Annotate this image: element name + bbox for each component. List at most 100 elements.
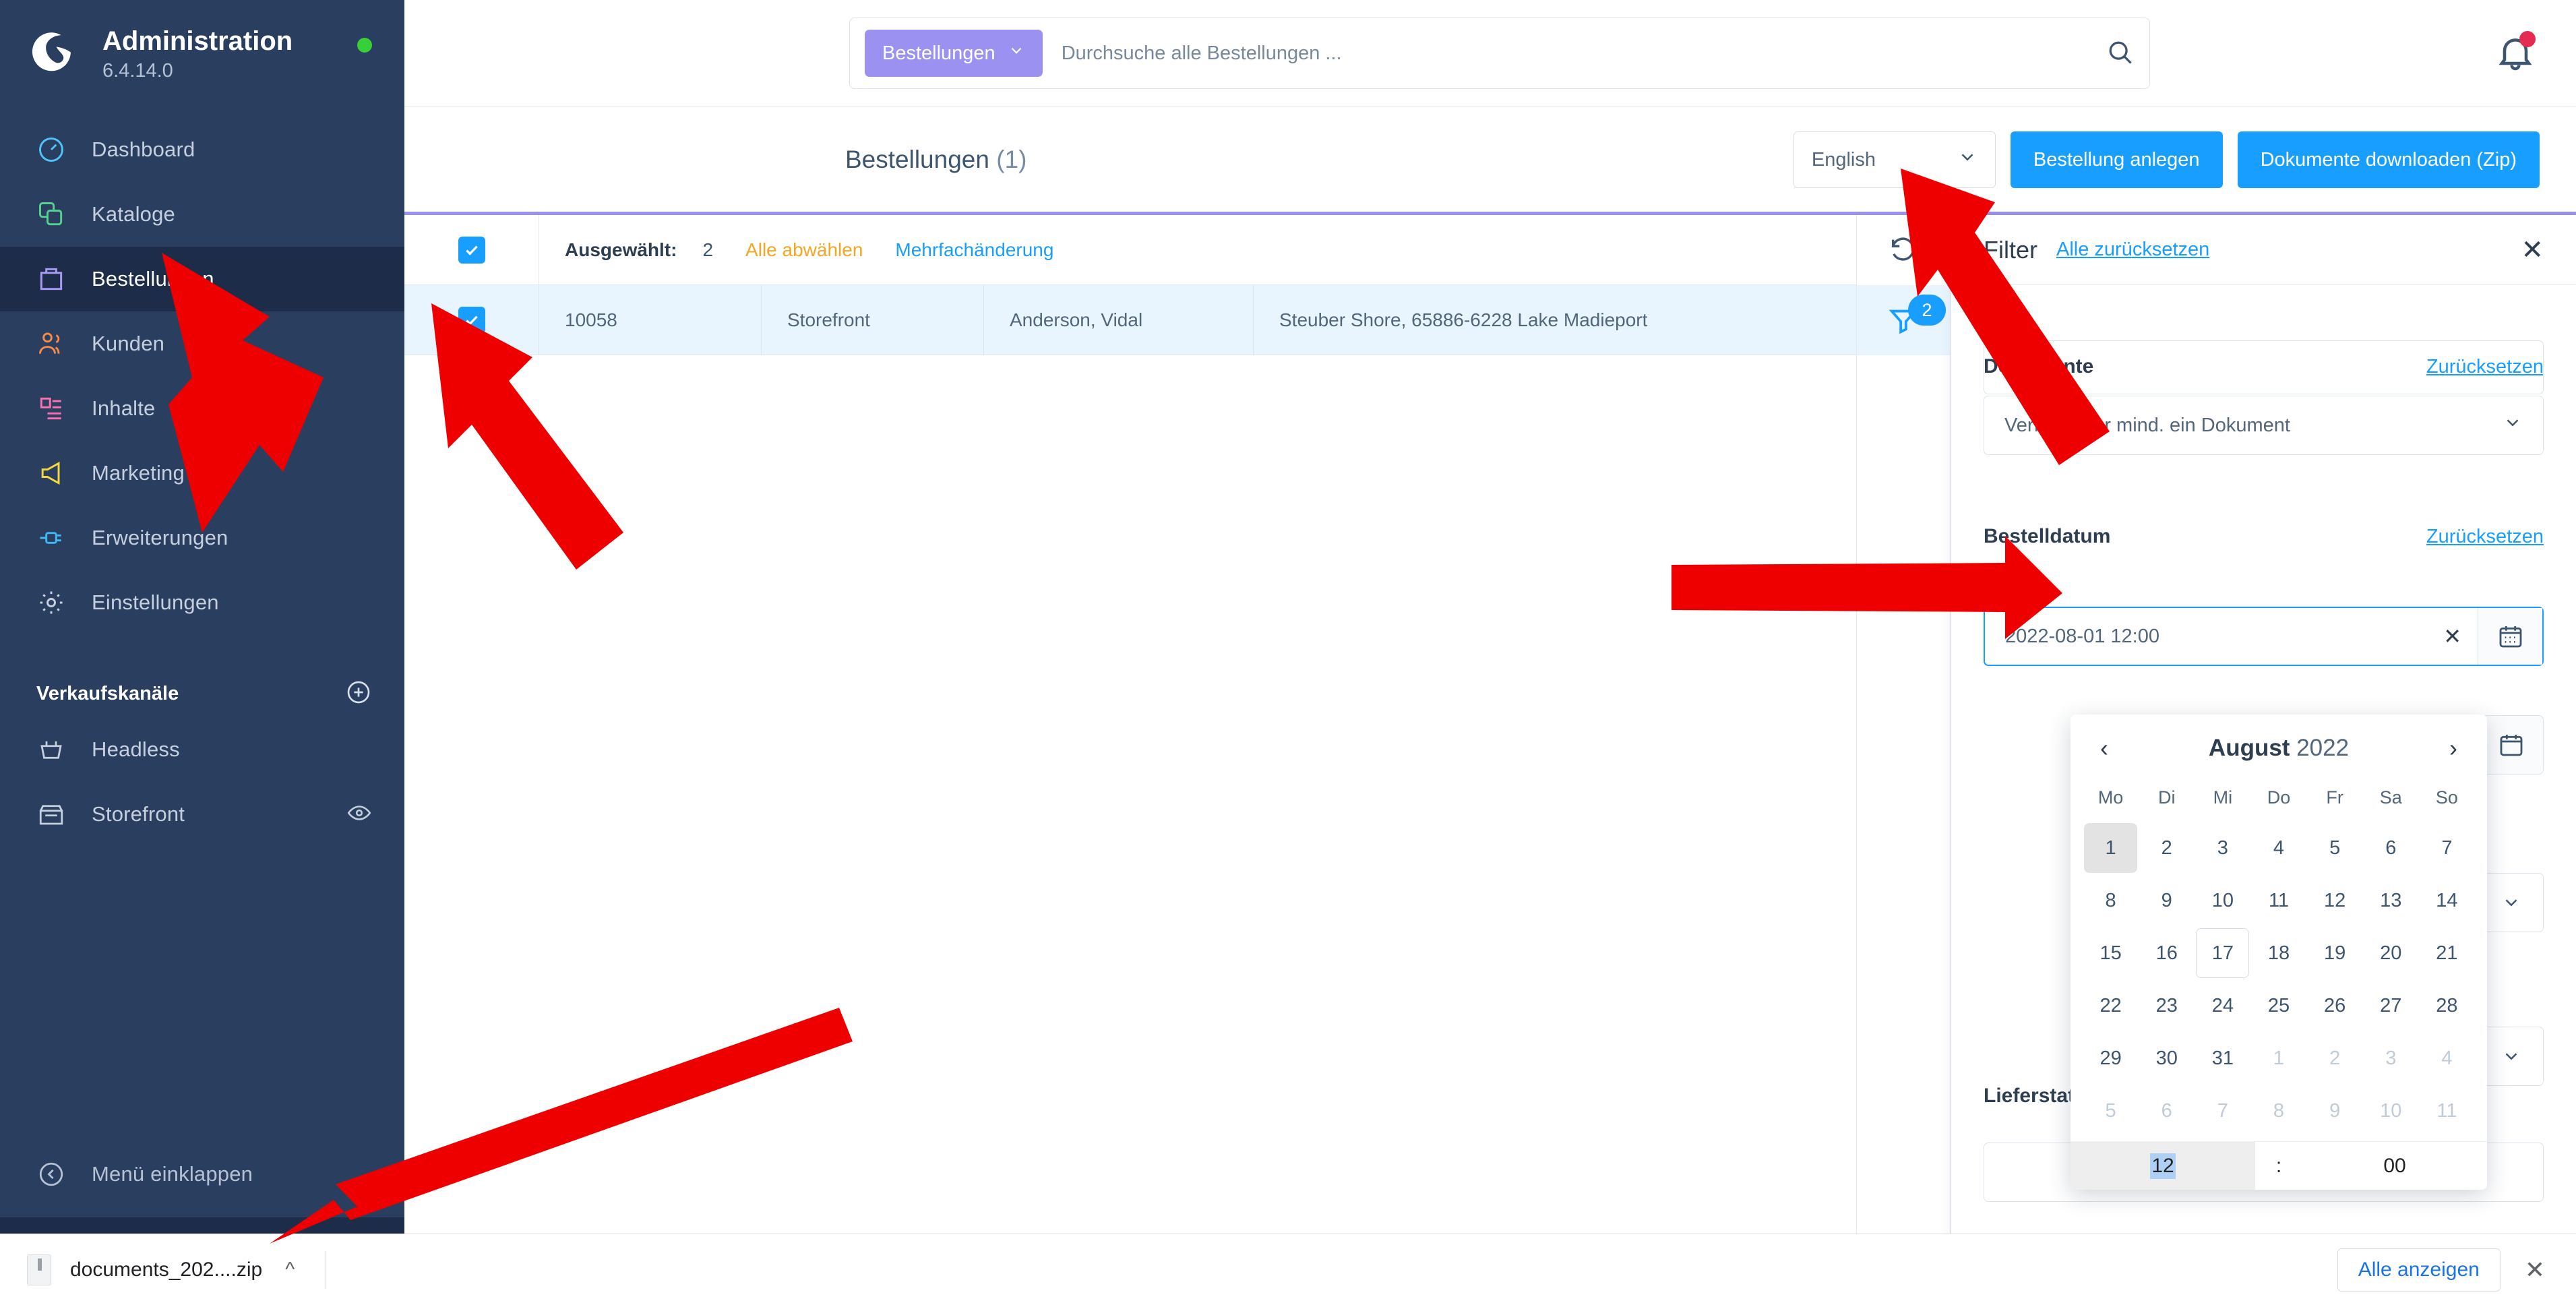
- select-all-cell[interactable]: [404, 215, 539, 284]
- show-all-downloads-button[interactable]: Alle anzeigen: [2337, 1248, 2501, 1292]
- date-picker-popup[interactable]: ‹ August 2022 › Mo Di Mi Do Fr Sa So 1 2…: [2071, 715, 2487, 1190]
- chevron-up-icon[interactable]: ^: [285, 1258, 295, 1281]
- time-picker[interactable]: 12 : 00: [2071, 1141, 2487, 1190]
- row-select-cell[interactable]: [404, 285, 539, 355]
- sidebar-channel-storefront[interactable]: Storefront: [0, 782, 404, 847]
- calendar-day[interactable]: 25: [2252, 981, 2305, 1031]
- date-from-field[interactable]: 2022-08-01 12:00 ✕: [1984, 607, 2544, 666]
- calendar-day[interactable]: 11: [2420, 1086, 2474, 1136]
- calendar-day[interactable]: 3: [2364, 1033, 2418, 1083]
- collapse-menu-button[interactable]: Menü einklappen: [0, 1142, 404, 1207]
- calendar-day[interactable]: 5: [2084, 1086, 2137, 1136]
- sidebar-channel-headless[interactable]: Headless: [0, 717, 404, 782]
- sidebar-item-kataloge[interactable]: Kataloge: [0, 182, 404, 247]
- time-minute-field[interactable]: 00: [2302, 1142, 2487, 1190]
- add-sales-channel-icon[interactable]: [345, 679, 372, 709]
- filter-panel-body: Dokumente Zurücksetzen Verfügt über mind…: [1951, 340, 2576, 1202]
- calendar-day[interactable]: 9: [2308, 1086, 2362, 1136]
- eye-icon[interactable]: [346, 800, 372, 829]
- calendar-day[interactable]: 20: [2364, 928, 2418, 978]
- calendar-day[interactable]: 1: [2084, 823, 2138, 873]
- date-from-value[interactable]: 2022-08-01 12:00: [1985, 608, 2443, 665]
- clear-date-icon[interactable]: ✕: [2443, 608, 2478, 665]
- status-indicator-dot: [357, 38, 372, 53]
- reset-filter-link[interactable]: Zurücksetzen: [2426, 526, 2544, 548]
- calendar-day[interactable]: 13: [2364, 876, 2418, 925]
- calendar-day[interactable]: 14: [2420, 876, 2474, 925]
- row-checkbox[interactable]: [458, 306, 485, 334]
- close-icon[interactable]: ✕: [2521, 237, 2544, 264]
- calendar-day[interactable]: 27: [2364, 981, 2418, 1031]
- calendar-day[interactable]: 10: [2364, 1086, 2418, 1136]
- chevron-right-icon[interactable]: ›: [2443, 732, 2464, 764]
- calendar-day[interactable]: 3: [2196, 823, 2249, 873]
- select-all-checkbox[interactable]: [458, 236, 485, 264]
- calendar-day[interactable]: 6: [2364, 823, 2418, 873]
- calendar-day[interactable]: 18: [2252, 928, 2305, 978]
- calendar-day[interactable]: 30: [2140, 1033, 2193, 1083]
- time-hour-field[interactable]: 12: [2071, 1142, 2255, 1190]
- notification-badge: [2519, 31, 2536, 47]
- calendar-day[interactable]: 16: [2140, 928, 2193, 978]
- global-search[interactable]: Bestellungen: [849, 18, 2150, 89]
- reset-all-filters-link[interactable]: Alle zurücksetzen: [2056, 239, 2209, 261]
- download-documents-zip-button[interactable]: Dokumente downloaden (Zip): [2237, 131, 2540, 188]
- calendar-day[interactable]: 7: [2196, 1086, 2249, 1136]
- calendar-day[interactable]: 2: [2140, 823, 2193, 873]
- calendar-day[interactable]: 4: [2420, 1033, 2474, 1083]
- refresh-button[interactable]: [1857, 215, 1950, 285]
- sidebar-item-marketing[interactable]: Marketing: [0, 441, 404, 506]
- calendar-day[interactable]: 1: [2252, 1033, 2305, 1083]
- close-icon[interactable]: ✕: [2525, 1256, 2545, 1284]
- download-item[interactable]: documents_202....zip: [27, 1254, 262, 1285]
- scrolled-filter-input[interactable]: [1984, 340, 2544, 394]
- calendar-day[interactable]: 6: [2140, 1086, 2193, 1136]
- deselect-all-link[interactable]: Alle abwählen: [745, 239, 863, 261]
- calendar-day[interactable]: 21: [2420, 928, 2474, 978]
- calendar-day[interactable]: 10: [2196, 876, 2249, 925]
- bulk-edit-link[interactable]: Mehrfachänderung: [895, 239, 1053, 261]
- calendar-day[interactable]: 8: [2252, 1086, 2305, 1136]
- calendar-day[interactable]: 2: [2308, 1033, 2362, 1083]
- calendar-day[interactable]: 19: [2308, 928, 2362, 978]
- calendar-day[interactable]: 12: [2308, 876, 2362, 925]
- search-scope-chip[interactable]: Bestellungen: [865, 30, 1043, 77]
- notifications-button[interactable]: [2494, 31, 2537, 74]
- calendar-day[interactable]: 5: [2308, 823, 2362, 873]
- sidebar-item-erweiterungen[interactable]: Erweiterungen: [0, 506, 404, 570]
- calendar-day[interactable]: 4: [2252, 823, 2305, 873]
- filter-count-badge: 2: [1908, 295, 1946, 326]
- chevron-left-icon[interactable]: ‹: [2093, 732, 2115, 764]
- calendar-day[interactable]: 8: [2084, 876, 2137, 925]
- calendar-day[interactable]: 31: [2196, 1033, 2249, 1083]
- language-select[interactable]: English: [1793, 131, 1996, 188]
- calendar-day-today[interactable]: 17: [2196, 928, 2250, 978]
- documents-filter-select[interactable]: Verfügt über mind. ein Dokument: [1984, 396, 2544, 455]
- page-header-actions: English Bestellung anlegen Dokumente dow…: [1793, 131, 2540, 188]
- calendar-day[interactable]: 11: [2252, 876, 2305, 925]
- calendar-day[interactable]: 26: [2308, 981, 2362, 1031]
- calendar-day[interactable]: 28: [2420, 981, 2474, 1031]
- sidebar-item-inhalte[interactable]: Inhalte: [0, 376, 404, 441]
- calendar-day[interactable]: 24: [2196, 981, 2249, 1031]
- calendar-day[interactable]: 23: [2140, 981, 2193, 1031]
- sidebar-item-bestellungen[interactable]: Bestellungen: [0, 247, 404, 311]
- calendar-day[interactable]: 9: [2140, 876, 2193, 925]
- calendar-day[interactable]: 15: [2084, 928, 2137, 978]
- create-order-button[interactable]: Bestellung anlegen: [2010, 131, 2223, 188]
- sidebar-item-kunden[interactable]: Kunden: [0, 311, 404, 376]
- hidden-select-one[interactable]: [2479, 873, 2544, 932]
- sidebar-item-einstellungen[interactable]: Einstellungen: [0, 570, 404, 635]
- hidden-select-two[interactable]: [2479, 1027, 2544, 1086]
- sidebar-item-dashboard[interactable]: Dashboard: [0, 117, 404, 182]
- calendar-day[interactable]: 22: [2084, 981, 2137, 1031]
- calendar-icon[interactable]: [2478, 608, 2542, 665]
- calendar-day[interactable]: 7: [2420, 823, 2474, 873]
- calendar-day[interactable]: 29: [2084, 1033, 2137, 1083]
- search-input[interactable]: [1061, 42, 2105, 65]
- catalog-icon: [36, 200, 66, 229]
- search-icon[interactable]: [2105, 37, 2135, 70]
- sidebar-title: Administration: [102, 26, 293, 56]
- shopware-logo-icon: [28, 28, 80, 80]
- date-to-calendar-icon[interactable]: [2479, 715, 2544, 775]
